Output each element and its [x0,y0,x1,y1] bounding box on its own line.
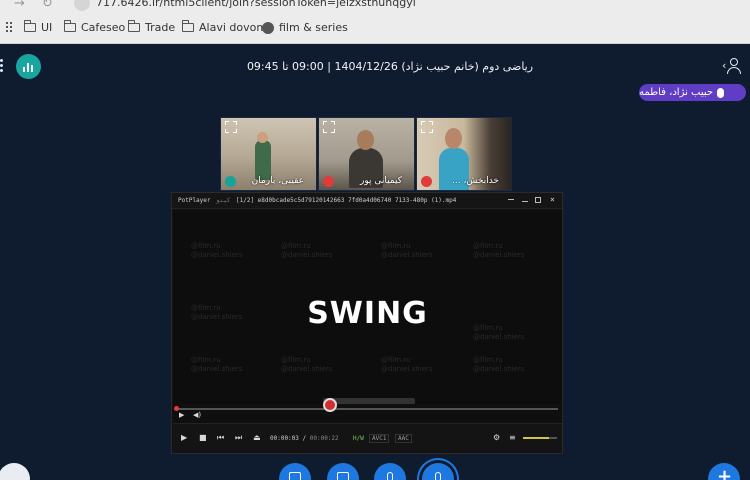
folder-icon [63,20,76,32]
chart-logo-icon[interactable] [16,54,41,79]
more-menu-icon[interactable] [0,59,4,73]
globe-icon [262,21,274,34]
close-icon[interactable]: × [550,195,555,204]
participant-video [255,140,271,180]
browser-address-bar: → ↻ 717.6426.ir/html5client/join?session… [0,0,750,12]
reload-icon[interactable]: ↻ [42,0,53,11]
play-icon[interactable]: ▶ [179,411,184,419]
plus-icon: + [717,466,733,480]
participant-name: عقیبی، بارمان [251,176,304,186]
talking-indicator: حبیب نژاد، فاطمه [639,84,746,101]
video-title-text: SWING [307,296,428,331]
participant-face [257,132,268,143]
video-tile[interactable]: عقیبی، بارمان [220,117,317,191]
fullscreen-icon[interactable] [421,121,433,133]
phone-icon [387,472,393,480]
watermark: @film.ru @daniel.shiers [281,242,333,259]
player-controls: ▶ ■ ⏮ ⏭ ⏏ 00:00:03 / 00:00:22 H/W AVC1 A… [173,423,562,453]
playlist-icon[interactable]: ≡ [509,433,516,442]
participant-name: خدابخش، ... [452,176,499,186]
watermark: @film.ru @daniel.shiers [381,356,433,373]
watermark: @film.ru @daniel.shiers [381,242,433,259]
bookmark-ui[interactable]: UI [23,20,52,34]
fullscreen-icon[interactable] [323,121,335,133]
maximize-icon[interactable] [535,197,541,203]
users-panel-icon[interactable]: ‹ [722,57,742,75]
folder-icon [181,20,194,32]
watermark: @film.ru @daniel.shiers [473,242,525,259]
screen-icon [289,472,301,480]
play-icon[interactable]: ▶ [181,433,187,442]
speaker-name: حبیب نژاد، فاطمه [639,87,714,98]
player-file-name: [1/2] e8d0bcade5c5d79120142663 7fd0a4d06… [236,197,457,204]
record-icon[interactable] [323,398,337,412]
bookmarks-bar: UI Cafeseo Trade Alavi dovom film & seri… [0,12,750,44]
actions-plus-button[interactable]: + [708,463,740,480]
screenshare-player-window[interactable]: PotPlayer کینو [1/2] e8d0bcade5c5d791201… [171,192,563,454]
video-frame: @film.ru @daniel.shiers @film.ru @daniel.s… [173,210,562,404]
bookmark-film-series[interactable]: film & series [262,21,348,34]
camera-icon [337,472,349,480]
previous-icon[interactable]: ⏮ [217,433,224,443]
audio-codec-tag[interactable]: AAC [395,434,412,443]
url-text[interactable]: 717.6426.ir/html5client/join?sessionToke… [96,0,416,9]
next-icon[interactable]: ⏭ [235,433,242,443]
participant-face [357,130,374,150]
seek-row[interactable]: ▶ ◀) [173,398,562,423]
microphone-icon [717,87,725,98]
volume-slider[interactable] [523,437,557,439]
muted-badge-icon [323,176,334,187]
pin-icon[interactable] [508,197,514,200]
back-icon[interactable]: → [14,0,25,11]
fullscreen-icon[interactable] [225,121,237,133]
hw-decoder-tag[interactable]: H/W [350,434,367,443]
participant-name: کیمیانی پور [359,176,402,186]
muted-badge-icon [421,176,432,187]
microphone-icon [435,472,441,480]
apps-grid-icon[interactable] [6,22,15,33]
minimize-icon[interactable] [522,197,528,202]
site-info-icon[interactable] [74,0,90,11]
session-title: ریاضی دوم (خانم حبیب نژاد) 1404/12/26 | … [246,60,534,73]
watermark: @film.ru @daniel.shiers [191,242,243,259]
share-screen-button[interactable] [279,463,311,480]
time-display: 00:00:03 / 00:00:22 [270,435,339,442]
reactions-button[interactable] [0,463,30,480]
audio-badge-icon [225,176,236,187]
watermark: @film.ru @daniel.shiers [473,356,525,373]
player-menu[interactable]: کینو [216,197,230,204]
volume-level [523,437,549,439]
player-title-bar: PotPlayer کینو [1/2] e8d0bcade5c5d791201… [172,193,562,209]
stop-icon[interactable]: ■ [199,433,207,442]
video-tile[interactable]: خدابخش، ... [416,117,512,191]
watermark: @film.ru @daniel.shiers [281,356,333,373]
meeting-header: ریاضی دوم (خانم حبیب نژاد) 1404/12/26 | … [0,45,750,87]
folder-icon [23,20,36,32]
bookmark-alavi-dovom[interactable]: Alavi dovom [181,20,267,34]
eject-icon[interactable]: ⏏ [253,433,261,442]
microphone-button[interactable] [422,463,454,480]
volume-icon[interactable]: ◀) [193,411,201,419]
video-codec-tag[interactable]: AVC1 [369,434,390,443]
bookmark-cafeseo[interactable]: Cafeseo [63,20,125,34]
audio-button[interactable] [374,463,406,480]
bookmark-trade[interactable]: Trade [127,20,175,34]
folder-icon [127,20,140,32]
camera-button[interactable] [327,463,359,480]
video-tile[interactable]: کیمیانی پور [318,117,415,191]
participant-face [445,128,462,149]
seek-bar[interactable] [175,408,558,410]
watermark: @film.ru @daniel.shiers [191,356,243,373]
settings-icon[interactable]: ⚙ [493,433,500,442]
player-app-name[interactable]: PotPlayer [178,197,211,204]
